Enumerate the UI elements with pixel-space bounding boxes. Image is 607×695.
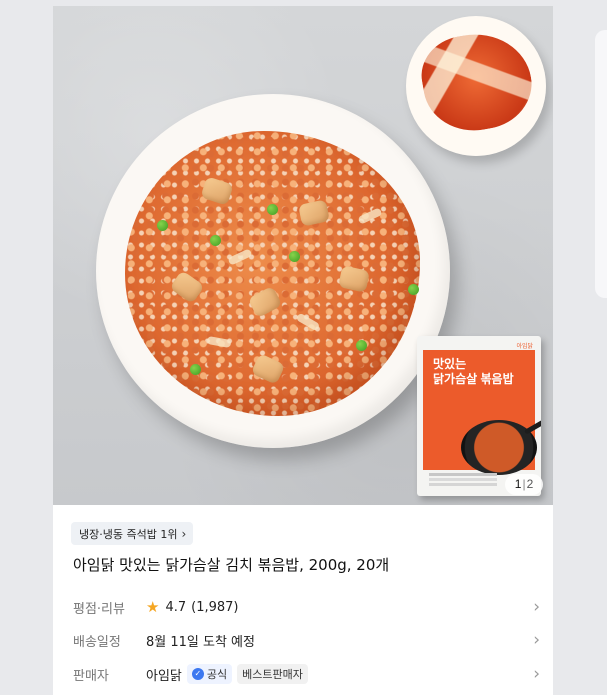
- star-icon: ★: [146, 597, 160, 616]
- image-counter-separator: |: [522, 477, 526, 491]
- package-label: 맛있는 닭가슴살 볶음밥: [423, 350, 541, 475]
- product-package-image: 아임닭 맛있는 닭가슴살 볶음밥: [417, 336, 541, 496]
- package-brand: 아임닭: [516, 344, 533, 350]
- shield-check-icon: ✓: [191, 668, 204, 680]
- chevron-right-icon: ›: [533, 629, 540, 650]
- delivery-date: 8월 11일 도착 예정: [146, 634, 255, 650]
- ranking-badge-label: 냉장·냉동 즉석밥 1위: [79, 527, 178, 541]
- best-seller-badge: 베스트판매자: [237, 664, 308, 684]
- delivery-label: 배송일정: [73, 634, 121, 650]
- official-badge-label: 공식: [206, 668, 228, 681]
- image-counter-current: 1: [514, 477, 522, 491]
- chevron-right-icon: ›: [533, 663, 540, 684]
- pea: [356, 340, 367, 351]
- image-counter-total: 2: [526, 477, 534, 491]
- official-badge: ✓ 공식: [186, 664, 233, 684]
- rating-score: 4.7: [165, 599, 187, 615]
- package-fine-print: [429, 473, 497, 476]
- seller-row[interactable]: 판매자 아임닭 ✓ 공식 베스트판매자 ›: [73, 661, 540, 687]
- pea: [267, 204, 278, 215]
- rating-review-label: 평점·리뷰: [73, 601, 125, 617]
- pea: [157, 220, 168, 231]
- pea: [210, 235, 221, 246]
- seller-info: 아임닭 ✓ 공식 베스트판매자: [146, 664, 308, 684]
- product-title: 아임닭 맛있는 닭가슴살 김치 볶음밥, 200g, 20개: [73, 556, 390, 574]
- review-count: (1,987): [191, 599, 239, 615]
- rating-value: ★ 4.7 (1,987): [146, 597, 239, 616]
- pea: [190, 364, 201, 375]
- product-image-carousel[interactable]: 아임닭 맛있는 닭가슴살 볶음밥 1|2: [53, 6, 553, 505]
- seller-label: 판매자: [73, 668, 109, 684]
- pea: [408, 284, 419, 295]
- seller-name: 아임닭: [146, 668, 182, 684]
- chevron-right-icon: ›: [533, 596, 540, 617]
- adjacent-panel: [595, 30, 607, 298]
- ranking-badge[interactable]: 냉장·냉동 즉석밥 1위 ›: [71, 522, 194, 545]
- product-card: 아임닭 맛있는 닭가슴살 볶음밥 1|2 냉장·냉동 즉석밥 1위 › 아임닭 …: [53, 6, 553, 695]
- pea: [289, 251, 300, 262]
- chevron-right-icon: ›: [181, 526, 187, 541]
- rating-review-row[interactable]: 평점·리뷰 ★ 4.7 (1,987) ›: [73, 594, 540, 620]
- package-title: 맛있는 닭가슴살 볶음밥: [433, 357, 514, 386]
- delivery-row[interactable]: 배송일정 8월 11일 도착 예정 ›: [73, 627, 540, 653]
- image-counter: 1|2: [505, 474, 543, 495]
- pan-handle: [523, 414, 541, 435]
